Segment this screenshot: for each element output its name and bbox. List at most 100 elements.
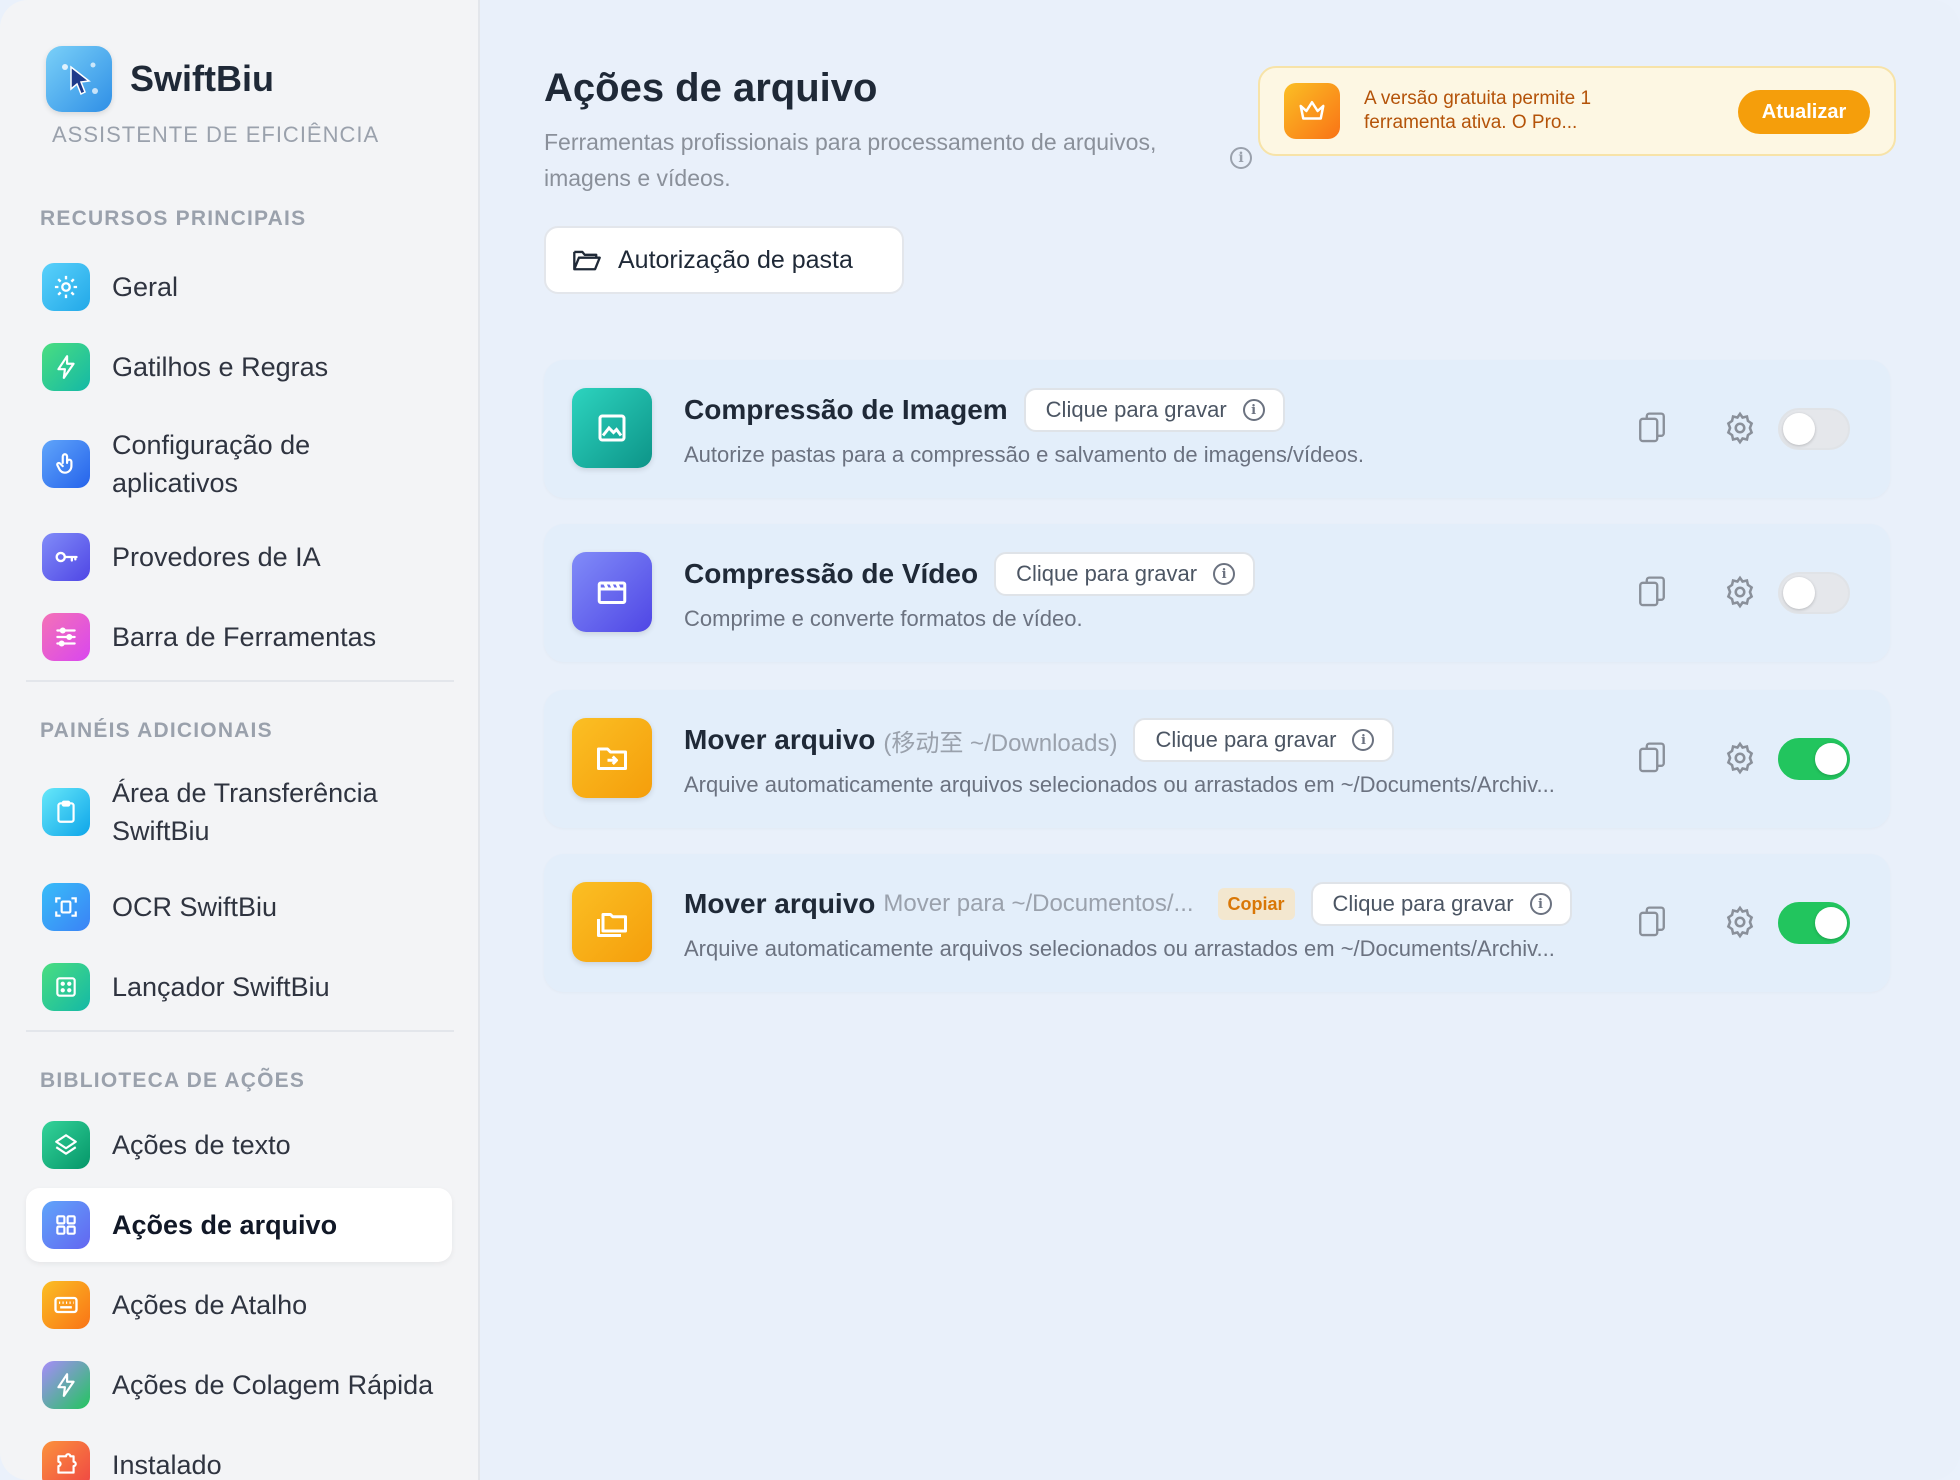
brand: SwiftBiu	[46, 46, 274, 112]
section-label-main: RECURSOS PRINCIPAIS	[40, 207, 307, 230]
clipboard-icon	[42, 788, 90, 836]
record-shortcut-button[interactable]: Clique para gravar i	[1310, 882, 1572, 926]
card-description: Arquive automaticamente arquivos selecio…	[684, 772, 1555, 797]
sidebar-item-acoes-arquivo[interactable]: Ações de arquivo	[26, 1188, 452, 1262]
sidebar-item-label: Ações de arquivo	[112, 1210, 338, 1240]
keyboard-icon	[42, 1281, 90, 1329]
sidebar-item-acoes-atalho[interactable]: Ações de Atalho	[26, 1268, 452, 1342]
record-shortcut-button[interactable]: Clique para gravar i	[1133, 718, 1395, 762]
pointer-icon	[42, 440, 90, 488]
video-icon	[572, 552, 652, 632]
record-shortcut-label: Clique para gravar	[1016, 561, 1198, 586]
page-title: Ações de arquivo	[544, 66, 878, 110]
record-shortcut-label: Clique para gravar	[1332, 891, 1514, 916]
card-title: Mover arquivo	[684, 724, 876, 755]
sidebar-item-geral[interactable]: Geral	[26, 250, 452, 324]
main-content: Ações de arquivo Ferramentas profissiona…	[482, 0, 1960, 1480]
enable-toggle[interactable]	[1778, 738, 1850, 780]
sidebar-item-area-transferencia[interactable]: Área de Transferência SwiftBiu	[26, 758, 452, 866]
sidebar-item-provedores-ia[interactable]: Provedores de IA	[26, 520, 452, 594]
card-description: Comprime e converte formatos de vídeo.	[684, 606, 1083, 631]
info-icon[interactable]: i	[1213, 563, 1236, 585]
upgrade-button[interactable]: Atualizar	[1738, 90, 1870, 134]
enable-toggle[interactable]	[1778, 902, 1850, 944]
bolt-icon	[42, 1361, 90, 1409]
banner-text: A versão gratuita permite 1 ferramenta a…	[1364, 88, 1592, 133]
enable-toggle[interactable]	[1778, 408, 1850, 450]
sidebar-item-gatilhos[interactable]: Gatilhos e Regras	[26, 330, 452, 404]
folder-authorization-button[interactable]: Autorização de pasta	[544, 226, 904, 294]
sidebar-item-ocr[interactable]: OCR SwiftBiu	[26, 870, 452, 944]
enable-toggle[interactable]	[1778, 572, 1850, 614]
sidebar-item-label: Ações de Atalho	[112, 1290, 308, 1320]
crown-icon	[1284, 83, 1340, 139]
card-title: Mover arquivo	[684, 888, 876, 919]
action-card: Mover arquivo Mover para ~/Documentos/..…	[544, 854, 1890, 992]
copy-icon[interactable]	[1624, 400, 1680, 456]
sliders-icon	[42, 613, 90, 661]
copy-icon[interactable]	[1624, 894, 1680, 950]
sidebar: SwiftBiu ASSISTENTE DE EFICIÊNCIA RECURS…	[0, 0, 480, 1480]
info-icon[interactable]: i	[1230, 147, 1252, 169]
app-subtitle: ASSISTENTE DE EFICIÊNCIA	[52, 122, 380, 147]
action-card: Compressão de Vídeo Clique para gravar i…	[544, 524, 1890, 662]
settings-gear-icon[interactable]	[1712, 730, 1768, 786]
upgrade-banner: A versão gratuita permite 1 ferramenta a…	[1258, 66, 1896, 156]
sidebar-item-label: Lançador SwiftBiu	[112, 972, 330, 1002]
sidebar-item-lancador[interactable]: Lançador SwiftBiu	[26, 950, 452, 1024]
info-icon[interactable]: i	[1529, 893, 1552, 915]
sidebar-item-label: Geral	[112, 272, 179, 302]
sidebar-item-label: Configuração de aplicativos	[112, 430, 311, 498]
sidebar-item-label: Barra de Ferramentas	[112, 622, 377, 652]
record-shortcut-button[interactable]: Clique para gravar i	[1023, 388, 1285, 432]
record-shortcut-button[interactable]: Clique para gravar i	[994, 552, 1256, 596]
section-label-panels: PAINÉIS ADICIONAIS	[40, 719, 273, 742]
grid-icon	[42, 1201, 90, 1249]
sidebar-item-label: Área de Transferência SwiftBiu	[112, 778, 378, 846]
grid-dots-icon	[42, 963, 90, 1011]
gear-icon	[42, 263, 90, 311]
action-card: Compressão de Imagem Clique para gravar …	[544, 360, 1890, 498]
app-window: SwiftBiu ASSISTENTE DE EFICIÊNCIA RECURS…	[0, 0, 1960, 1480]
sidebar-divider	[26, 680, 454, 682]
action-card: Mover arquivo (移动至 ~/Downloads) Clique p…	[544, 690, 1890, 828]
settings-gear-icon[interactable]	[1712, 400, 1768, 456]
folder-button-label: Autorização de pasta	[618, 245, 853, 274]
info-icon[interactable]: i	[1242, 399, 1265, 421]
card-title-row: Compressão de Vídeo Clique para gravar i	[684, 552, 1256, 596]
sidebar-item-instalado[interactable]: Instalado	[26, 1428, 452, 1480]
sidebar-item-config-apps[interactable]: Configuração de aplicativos	[26, 410, 452, 518]
card-description: Autorize pastas para a compressão e salv…	[684, 442, 1364, 467]
sidebar-item-label: Instalado	[112, 1450, 222, 1480]
record-shortcut-label: Clique para gravar	[1155, 727, 1337, 752]
sidebar-item-label: Ações de Colagem Rápida	[112, 1370, 434, 1400]
sidebar-item-acoes-texto[interactable]: Ações de texto	[26, 1108, 452, 1182]
sidebar-item-label: Provedores de IA	[112, 542, 321, 572]
card-subtitle: Mover para ~/Documentos/...	[883, 890, 1194, 917]
bolt-icon	[42, 343, 90, 391]
layers-icon	[42, 1121, 90, 1169]
sidebar-item-label: Ações de texto	[112, 1130, 291, 1160]
section-label-library: BIBLIOTECA DE AÇÕES	[40, 1069, 306, 1092]
sidebar-item-colagem-rapida[interactable]: Ações de Colagem Rápida	[26, 1348, 452, 1422]
folder-move-icon	[572, 718, 652, 798]
sidebar-item-label: OCR SwiftBiu	[112, 892, 278, 922]
card-title: Compressão de Vídeo	[684, 558, 979, 589]
sidebar-divider	[26, 1030, 454, 1032]
info-icon[interactable]: i	[1352, 729, 1375, 751]
copy-icon[interactable]	[1624, 564, 1680, 620]
app-name: SwiftBiu	[130, 58, 274, 99]
puzzle-icon	[42, 1441, 90, 1480]
settings-gear-icon[interactable]	[1712, 564, 1768, 620]
folders-icon	[572, 882, 652, 962]
sidebar-item-barra-ferramentas[interactable]: Barra de Ferramentas	[26, 600, 452, 674]
card-description: Arquive automaticamente arquivos selecio…	[684, 936, 1555, 961]
settings-gear-icon[interactable]	[1712, 894, 1768, 950]
app-logo-icon	[46, 46, 112, 112]
scan-icon	[42, 883, 90, 931]
copy-icon[interactable]	[1624, 730, 1680, 786]
sidebar-item-label: Gatilhos e Regras	[112, 352, 329, 382]
card-subtitle: (移动至 ~/Downloads)	[883, 729, 1118, 757]
record-shortcut-label: Clique para gravar	[1045, 397, 1227, 422]
copy-tag: Copiar	[1217, 888, 1295, 920]
